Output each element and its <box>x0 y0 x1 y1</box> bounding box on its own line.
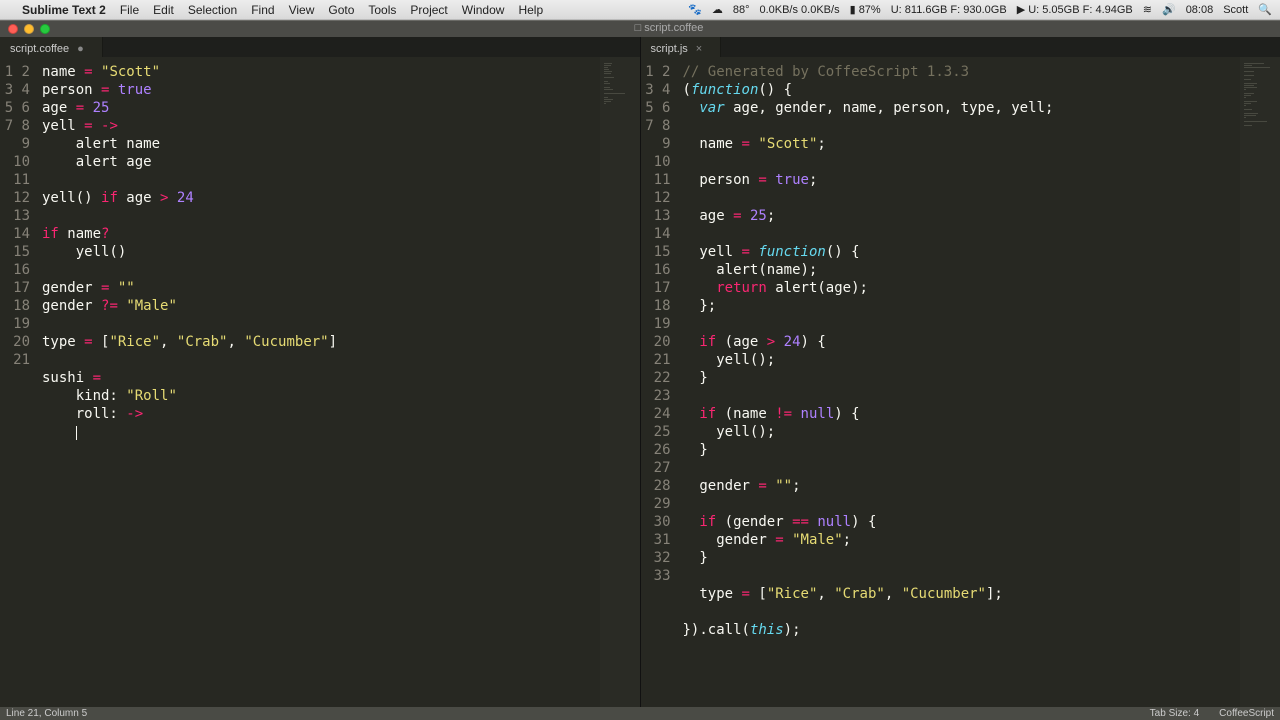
menu-file[interactable]: File <box>120 3 139 17</box>
menu-project[interactable]: Project <box>410 3 447 17</box>
disk2-indicator[interactable]: ▶ U: 5.05GB F: 4.94GB <box>1017 3 1133 16</box>
cloud-icon[interactable]: ☁ <box>712 3 723 16</box>
temp-indicator[interactable]: 88° <box>733 4 750 16</box>
tab-label: script.js <box>651 43 688 55</box>
right-tabstrip: script.js × <box>641 37 1280 57</box>
right-code[interactable]: // Generated by CoffeeScript 1.3.3(funct… <box>679 57 1241 707</box>
zoom-window-button[interactable] <box>40 24 50 34</box>
macos-menubar: Sublime Text 2 File Edit Selection Find … <box>0 0 1280 20</box>
window-titlebar: □ script.coffee <box>0 20 1280 37</box>
window-title: □ script.coffee <box>58 21 1280 37</box>
user-menu[interactable]: Scott <box>1223 4 1248 16</box>
spotlight-icon[interactable]: 🔍 <box>1258 3 1272 16</box>
tab-label: script.coffee <box>10 43 69 55</box>
disk1-indicator[interactable]: U: 811.6GB F: 930.0GB <box>891 4 1007 16</box>
left-code[interactable]: name = "Scott"person = trueage = 25yell … <box>38 57 600 707</box>
paw-icon[interactable]: 🐾 <box>688 3 702 16</box>
menu-window[interactable]: Window <box>462 3 505 17</box>
net-indicator[interactable]: 0.0KB/s 0.0KB/s <box>759 4 839 16</box>
left-editor[interactable]: 1 2 3 4 5 6 7 8 9 10 11 12 13 14 15 16 1… <box>0 57 640 707</box>
cursor-position[interactable]: Line 21, Column 5 <box>6 708 87 719</box>
app-menu[interactable]: Sublime Text 2 <box>22 3 106 17</box>
statusbar: Line 21, Column 5 Tab Size: 4 CoffeeScri… <box>0 707 1280 720</box>
tab-size[interactable]: Tab Size: 4 <box>1150 708 1199 719</box>
left-tabstrip: script.coffee ● <box>0 37 640 57</box>
close-tab-icon[interactable]: × <box>696 43 702 55</box>
menu-selection[interactable]: Selection <box>188 3 237 17</box>
tab-script-coffee[interactable]: script.coffee ● <box>0 37 103 57</box>
traffic-lights <box>0 21 58 37</box>
right-gutter: 1 2 3 4 5 6 7 8 9 10 11 12 13 14 15 16 1… <box>641 57 679 707</box>
clock[interactable]: 08:08 <box>1186 4 1214 16</box>
left-pane: script.coffee ● 1 2 3 4 5 6 7 8 9 10 11 … <box>0 37 641 707</box>
menu-tools[interactable]: Tools <box>368 3 396 17</box>
menu-goto[interactable]: Goto <box>328 3 354 17</box>
minimize-window-button[interactable] <box>24 24 34 34</box>
volume-icon[interactable]: 🔊 <box>1162 3 1176 16</box>
dirty-indicator-icon: ● <box>77 43 84 55</box>
battery-indicator[interactable]: ▮ 87% <box>850 3 881 16</box>
menubar-right: 🐾 ☁ 88° 0.0KB/s 0.0KB/s ▮ 87% U: 811.6GB… <box>688 3 1272 16</box>
right-minimap[interactable] <box>1240 57 1280 707</box>
menu-help[interactable]: Help <box>518 3 543 17</box>
tab-script-js[interactable]: script.js × <box>641 37 722 57</box>
wifi-icon[interactable]: ≋ <box>1143 3 1152 16</box>
left-minimap[interactable] <box>600 57 640 707</box>
left-gutter: 1 2 3 4 5 6 7 8 9 10 11 12 13 14 15 16 1… <box>0 57 38 707</box>
right-pane: script.js × 1 2 3 4 5 6 7 8 9 10 11 12 1… <box>641 37 1280 707</box>
menu-edit[interactable]: Edit <box>153 3 174 17</box>
menu-find[interactable]: Find <box>251 3 274 17</box>
right-editor[interactable]: 1 2 3 4 5 6 7 8 9 10 11 12 13 14 15 16 1… <box>641 57 1280 707</box>
close-window-button[interactable] <box>8 24 18 34</box>
menu-view[interactable]: View <box>289 3 315 17</box>
syntax-label[interactable]: CoffeeScript <box>1219 708 1274 719</box>
